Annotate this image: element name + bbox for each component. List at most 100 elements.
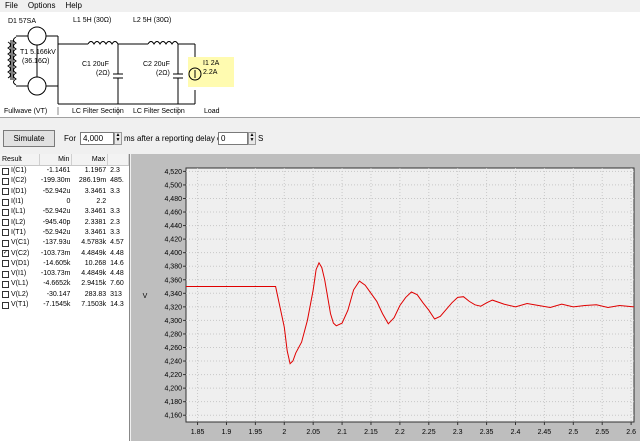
col-extra[interactable]: [108, 154, 129, 165]
label-d1: D1 57SA: [8, 18, 36, 25]
row-max: 3.3461: [84, 228, 107, 236]
row-checkbox[interactable]: [2, 177, 9, 185]
inductor-l1: [87, 41, 119, 45]
row-checkbox[interactable]: [2, 239, 9, 247]
y-tick-label: 4,440: [164, 223, 182, 230]
table-row[interactable]: V(L1) -4.6652k 2.9415k 7.60: [0, 279, 129, 289]
table-row[interactable]: V(D1) -14.605k 10.268 14.6: [0, 259, 129, 269]
menu-options[interactable]: Options: [23, 0, 61, 12]
row-min: -1.1461: [46, 167, 71, 175]
row-name: I(I1): [11, 198, 24, 206]
y-tick-label: 4,220: [164, 372, 182, 379]
label-lc-section-1: LC Filter Section: [72, 108, 124, 115]
results-header: Result Min Max: [0, 154, 129, 166]
diode-tube-bottom: [27, 76, 47, 96]
row-min: -52.942u: [42, 228, 71, 236]
col-min[interactable]: Min: [40, 154, 73, 165]
duration-input[interactable]: 4,000: [80, 132, 114, 145]
label-c1-res: (2Ω): [96, 70, 110, 77]
transformer-secondary-coil: [13, 36, 17, 86]
y-tick-label: 4,180: [164, 399, 182, 406]
menu-help[interactable]: Help: [60, 0, 86, 12]
row-max: 2.3381: [84, 218, 107, 226]
row-name: I(D1): [11, 187, 27, 195]
row-max: 10.268: [84, 259, 107, 267]
row-min: -945.40p: [42, 218, 71, 226]
row-checkbox[interactable]: [2, 280, 9, 288]
row-max: 1.1967: [84, 167, 107, 175]
row-checkbox[interactable]: [2, 198, 9, 206]
y-tick-label: 4,320: [164, 304, 182, 311]
row-checkbox[interactable]: [2, 188, 9, 196]
row-extra: 313: [110, 290, 122, 298]
table-row[interactable]: V(C1) -137.93u 4.5783k 4.57: [0, 238, 129, 248]
y-tick-label: 4,400: [164, 250, 182, 257]
table-row[interactable]: V(I1) -103.73m 4.4849k 4.48: [0, 269, 129, 279]
duration-spinner[interactable]: ▲ ▼: [114, 132, 122, 145]
table-row[interactable]: V(L2) -30.147 283.83 313: [0, 290, 129, 300]
row-max: 2.9415k: [81, 280, 107, 288]
label-c1: C1 20uF: [82, 61, 109, 68]
inductor-l2: [147, 41, 179, 45]
row-name-cell: I(I1): [0, 197, 40, 207]
x-tick-label: 1.9: [222, 429, 232, 436]
table-row[interactable]: ✓ V(C2) -103.73m 4.4849k 4.48: [0, 248, 129, 258]
table-row[interactable]: I(C2) -199.30m 286.19m 485.: [0, 176, 129, 186]
x-tick-label: 2.25: [422, 429, 436, 436]
delay-spinner[interactable]: ▲ ▼: [248, 132, 256, 145]
row-min: 0: [66, 198, 71, 206]
row-name: I(L1): [11, 208, 26, 216]
table-row[interactable]: I(L2) -945.40p 2.3381 2.3: [0, 217, 129, 227]
table-row[interactable]: I(I1) 0 2.2: [0, 197, 129, 207]
y-tick-label: 4,160: [164, 413, 182, 420]
col-max[interactable]: Max: [72, 154, 109, 165]
label-l2: L2 5H (30Ω): [133, 17, 171, 24]
row-checkbox[interactable]: [2, 229, 9, 237]
table-row[interactable]: I(T1) -52.942u 3.3461 3.3: [0, 228, 129, 238]
row-name: V(L2): [11, 290, 29, 298]
table-row[interactable]: I(C1) -1.1461 1.1967 2.3: [0, 166, 129, 176]
col-result[interactable]: Result: [0, 154, 40, 165]
y-tick-label: 4,200: [164, 386, 182, 393]
row-name: I(C1): [11, 167, 27, 175]
row-name: I(C2): [11, 177, 27, 185]
menu-bar: File Options Help: [0, 0, 640, 12]
menu-file[interactable]: File: [0, 0, 23, 12]
row-name: I(L2): [11, 218, 26, 226]
table-row[interactable]: I(L1) -52.942u 3.3461 3.3: [0, 207, 129, 217]
row-max: 3.3461: [84, 208, 107, 216]
row-checkbox[interactable]: [2, 219, 9, 227]
row-max: 4.4849k: [81, 249, 107, 257]
row-checkbox[interactable]: [2, 270, 9, 278]
divider: [0, 117, 640, 118]
delay-input[interactable]: 0: [218, 132, 248, 145]
simulate-button[interactable]: Simulate: [3, 130, 55, 147]
row-checkbox[interactable]: ✓: [2, 250, 9, 258]
ms-label: ms: [124, 134, 135, 143]
x-tick-label: 2.4: [511, 429, 521, 436]
row-min: -103.73m: [40, 249, 71, 257]
row-checkbox[interactable]: [2, 167, 9, 175]
row-checkbox[interactable]: [2, 208, 9, 216]
y-tick-label: 4,460: [164, 210, 182, 217]
x-tick-label: 2.15: [364, 429, 378, 436]
row-checkbox[interactable]: [2, 301, 9, 309]
row-checkbox[interactable]: [2, 260, 9, 268]
seconds-label: S: [258, 134, 264, 143]
y-tick-label: 4,280: [164, 331, 182, 338]
table-row[interactable]: I(D1) -52.942u 3.3461 3.3: [0, 187, 129, 197]
row-extra: 14.3: [110, 301, 124, 308]
row-name-cell: V(C1): [0, 238, 40, 248]
y-tick-label: 4,360: [164, 277, 182, 284]
label-t1: T1 5.166kV: [20, 49, 56, 56]
table-row[interactable]: V(T1) -7.1545k 7.1503k 14.3: [0, 300, 129, 310]
row-extra: 3.3: [110, 187, 120, 195]
x-tick-label: 2.1: [337, 429, 347, 436]
row-extra: 14.6: [110, 259, 124, 267]
row-extra: 2.3: [110, 218, 120, 226]
row-checkbox[interactable]: [2, 291, 9, 299]
for-label: For: [64, 134, 76, 143]
row-name: V(C1): [11, 239, 30, 247]
label-c2-res: (2Ω): [156, 70, 170, 77]
x-tick-label: 2.2: [395, 429, 405, 436]
